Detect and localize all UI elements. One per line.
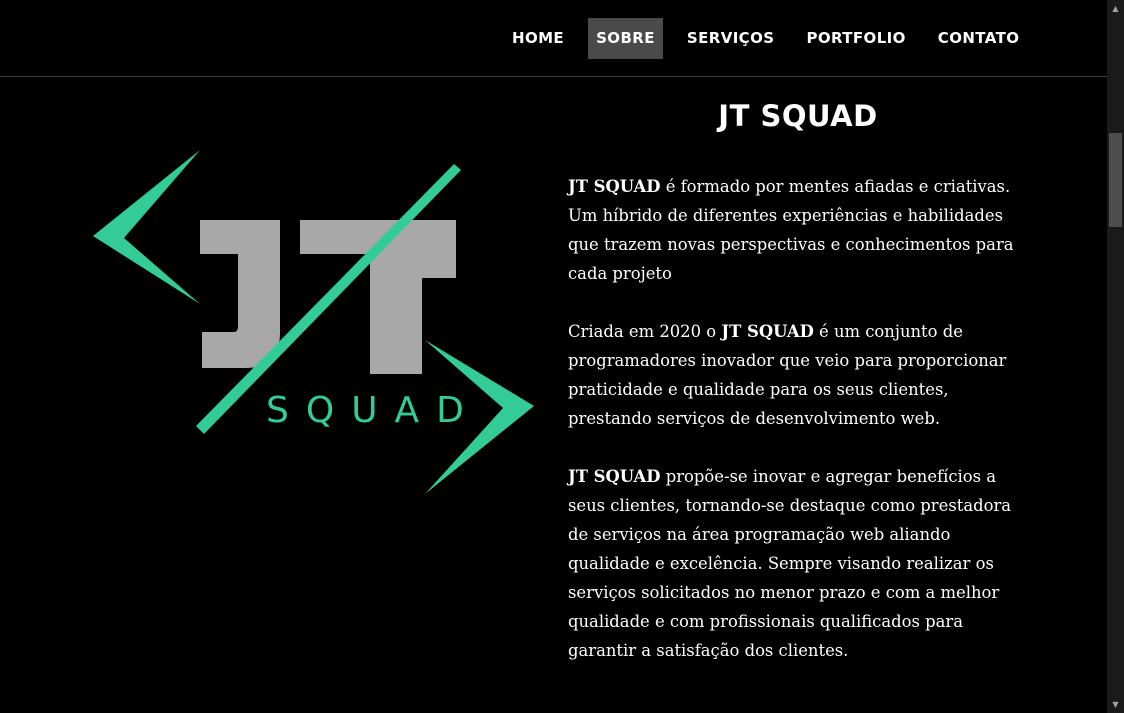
brand-name: JT SQUAD <box>568 177 661 196</box>
nav-item-portfolio[interactable]: PORTFOLIO <box>798 18 913 59</box>
nav-item-home[interactable]: HOME <box>504 18 572 59</box>
about-paragraph-1: JT SQUAD é formado por mentes afiadas e … <box>568 172 1028 288</box>
nav-item-servicos[interactable]: SERVIÇOS <box>679 18 783 59</box>
paragraph-text: Criada em 2020 o <box>568 322 722 341</box>
scroll-down-arrow-icon[interactable]: ▼ <box>1107 696 1124 713</box>
scroll-up-arrow-icon[interactable]: ▲ <box>1107 0 1124 17</box>
logo-left-chevron <box>93 150 200 304</box>
logo-graphic: SQUAD <box>93 150 534 494</box>
about-paragraph-3: JT SQUAD propõe-se inovar e agregar bene… <box>568 462 1028 665</box>
about-section: JT SQUAD JT SQUAD é formado por mentes a… <box>568 96 1028 694</box>
page-title: JT SQUAD <box>718 99 878 133</box>
logo-letter-j <box>200 220 280 368</box>
logo-word: SQUAD <box>266 390 481 431</box>
scroll-thumb[interactable] <box>1109 133 1122 227</box>
nav-item-contato[interactable]: CONTATO <box>930 18 1028 59</box>
jt-squad-logo: SQUAD <box>88 146 538 498</box>
nav-menu: HOME SOBRE SERVIÇOS PORTFOLIO CONTATO <box>504 18 1043 59</box>
brand-name: JT SQUAD <box>721 322 814 341</box>
paragraph-text: propõe-se inovar e agregar benefícios a … <box>568 467 1012 660</box>
top-navbar: HOME SOBRE SERVIÇOS PORTFOLIO CONTATO <box>0 0 1107 77</box>
page-scrollbar[interactable]: ▲ ▼ <box>1107 0 1124 713</box>
about-paragraph-2: Criada em 2020 o JT SQUAD é um conjunto … <box>568 317 1028 433</box>
brand-name: JT SQUAD <box>568 467 661 486</box>
nav-item-sobre[interactable]: SOBRE <box>588 18 663 59</box>
